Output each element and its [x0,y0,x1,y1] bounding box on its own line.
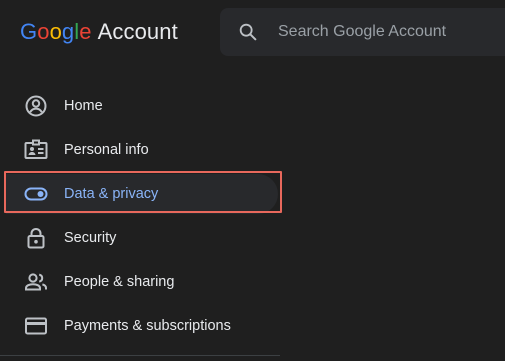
people-icon [24,270,48,294]
header: Google Account [0,0,505,64]
sidebar-item-payments-subscriptions[interactable]: Payments & subscriptions [0,304,290,348]
id-card-icon [24,138,48,162]
sidebar-item-label: Home [64,98,103,114]
google-account-page: Google Account Home [0,0,505,361]
logo-letter: o [37,19,50,44]
sidebar-divider [0,355,280,356]
sidebar-item-home[interactable]: Home [0,84,290,128]
sidebar-item-data-privacy[interactable]: Data & privacy [0,172,290,216]
search-bar[interactable] [220,8,505,56]
google-account-logo[interactable]: Google Account [20,19,178,47]
logo-letter: g [61,19,75,44]
search-input[interactable] [278,23,498,41]
sidebar-nav: Home Personal info Data & privacy Securi… [0,84,290,348]
lock-icon [24,226,48,250]
sidebar-item-label: Data & privacy [64,186,159,202]
toggle-icon [24,182,48,206]
sidebar-item-label: Payments & subscriptions [64,318,231,334]
search-icon[interactable] [236,20,260,44]
logo-letter: e [79,19,92,44]
logo-letter: o [49,19,62,44]
sidebar-item-label: Personal info [64,142,149,158]
product-name: Account [97,19,178,44]
sidebar-item-security[interactable]: Security [0,216,290,260]
sidebar-item-people-sharing[interactable]: People & sharing [0,260,290,304]
sidebar-item-label: People & sharing [64,274,175,290]
sidebar-item-label: Security [64,230,117,246]
sidebar-item-personal-info[interactable]: Personal info [0,128,290,172]
logo-letter: G [20,19,38,44]
account-circle-icon [24,94,48,118]
credit-card-icon [24,314,48,338]
